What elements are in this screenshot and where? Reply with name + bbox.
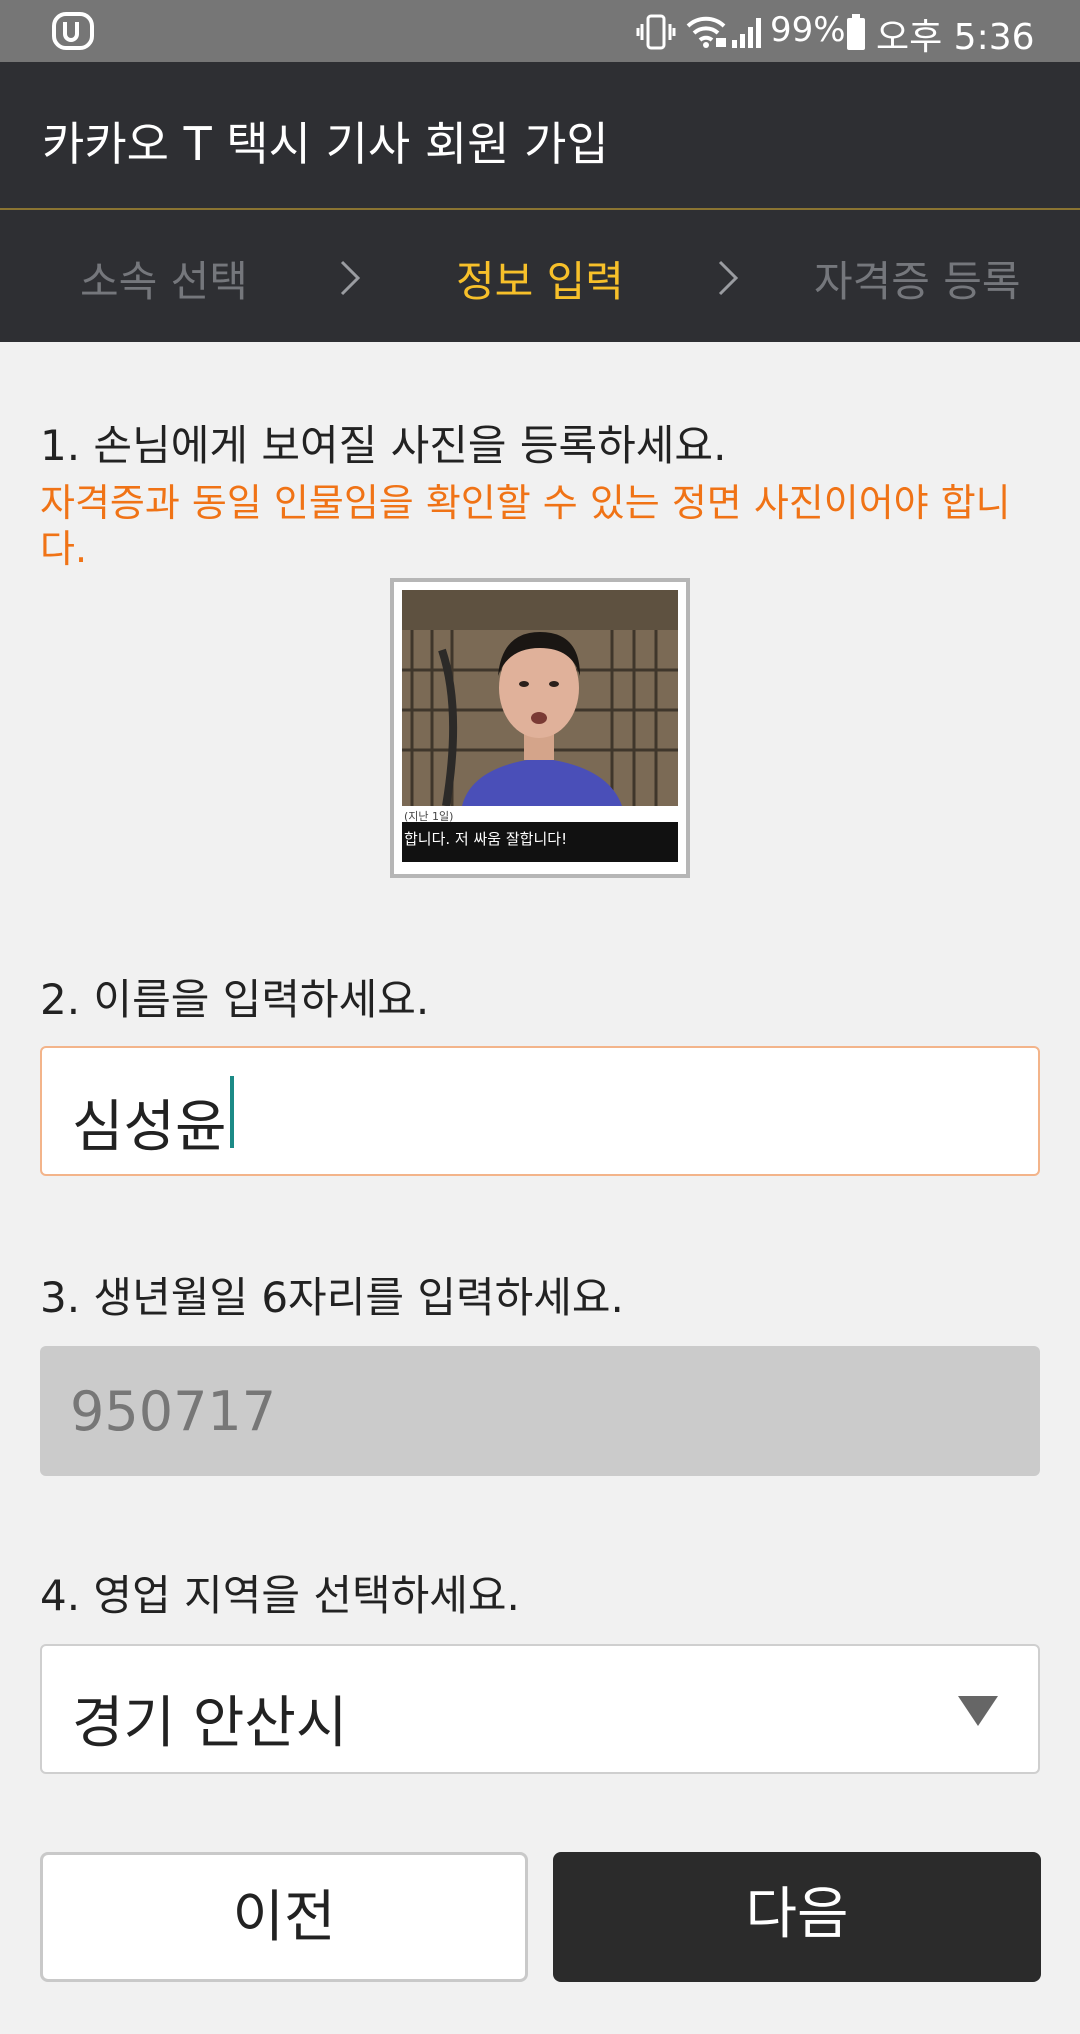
photo-warning: 자격증과 동일 인물임을 확인할 수 있는 정면 사진이어야 합니다. — [40, 481, 1011, 571]
birthdate-input[interactable]: 950717 — [40, 1346, 1040, 1476]
chevron-right-icon — [718, 260, 739, 296]
step-info-input: 정보 입력 — [456, 257, 624, 306]
region-value: 경기 안산시 — [72, 1691, 348, 1756]
prev-button[interactable]: 이전 — [40, 1852, 528, 1982]
step-affiliation: 소속 선택 — [80, 257, 248, 306]
page-title: 카카오 T 택시 기사 회원 가입 — [42, 117, 609, 171]
chevron-right-icon — [340, 260, 361, 296]
app-bar: 카카오 T 택시 기사 회원 가입 — [0, 62, 1080, 210]
name-input[interactable]: 심성윤 — [40, 1046, 1040, 1176]
text-cursor — [230, 1076, 234, 1148]
wifi-icon — [686, 16, 726, 48]
clock: 오후 5:36 — [876, 17, 1035, 58]
profile-photo-image: (지난 1일) 합니다. 저 싸움 잘합니다! — [402, 590, 678, 866]
driver-photo — [402, 590, 678, 806]
app-notification-icon — [52, 12, 94, 50]
region-select[interactable]: 경기 안산시 — [40, 1644, 1040, 1774]
birthdate-label: 3. 생년월일 6자리를 입력하세요. — [40, 1273, 624, 1322]
battery-icon — [847, 14, 865, 50]
vibrate-icon — [636, 14, 676, 50]
photo-label: 1. 손님에게 보여질 사진을 등록하세요. — [40, 421, 727, 470]
name-value: 심성윤 — [72, 1095, 227, 1160]
step-license-register: 자격증 등록 — [814, 257, 1021, 306]
next-button[interactable]: 다음 — [553, 1852, 1041, 1982]
signup-steps: 소속 선택 정보 입력 자격증 등록 — [0, 210, 1080, 342]
status-bar: 99% 오후 5:36 — [0, 0, 1080, 62]
region-label: 4. 영업 지역을 선택하세요. — [40, 1571, 520, 1620]
signal-icon — [732, 18, 761, 48]
profile-photo[interactable]: (지난 1일) 합니다. 저 싸움 잘합니다! — [390, 578, 690, 878]
battery-percentage: 99% — [770, 10, 846, 50]
name-label: 2. 이름을 입력하세요. — [40, 975, 430, 1024]
dropdown-triangle-icon — [958, 1696, 998, 1726]
photo-caption: 합니다. 저 싸움 잘합니다! — [402, 822, 678, 862]
birthdate-value: 950717 — [70, 1380, 277, 1443]
